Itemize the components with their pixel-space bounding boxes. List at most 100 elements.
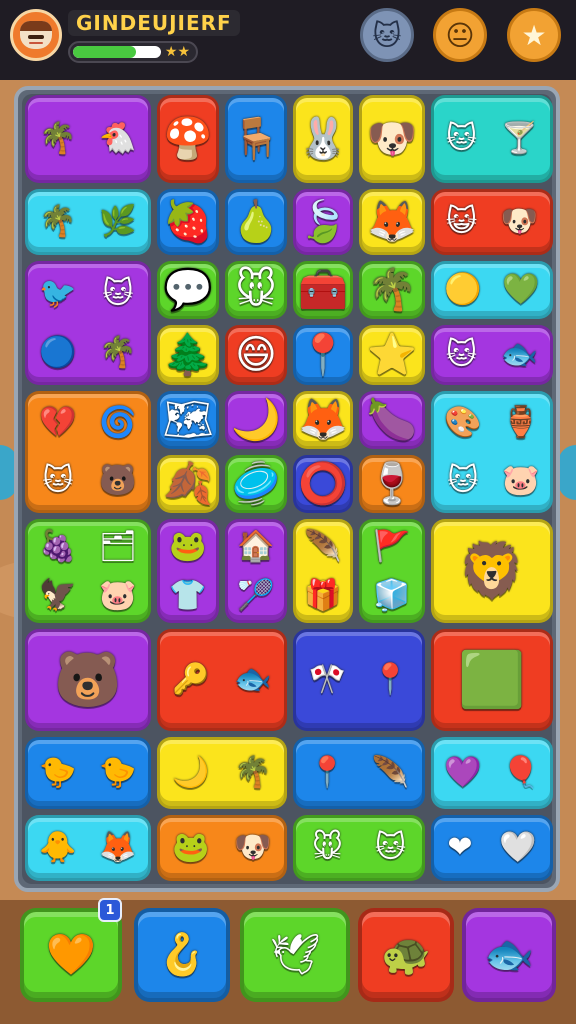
tile-icon: 🦁 xyxy=(458,539,526,602)
board-tile[interactable]: 🐸 🐶 xyxy=(157,815,287,881)
board-tile[interactable]: 🥏 xyxy=(225,455,287,513)
progress-fill xyxy=(73,46,137,58)
board-tile[interactable]: 🐦 🐱 🔵 🌴 xyxy=(25,261,151,385)
board-tile[interactable]: 🪑 xyxy=(225,95,287,183)
board-tile[interactable]: 🏠 🏸 xyxy=(225,519,287,623)
board-tile[interactable]: 🌙 xyxy=(225,391,287,449)
board-tile[interactable]: 📍 🪶 xyxy=(293,737,425,809)
right-side-tab[interactable] xyxy=(558,445,576,500)
board-tile[interactable]: 😺 🐶 xyxy=(431,189,553,255)
board-tile[interactable]: 🐻 xyxy=(25,629,151,731)
board-tile[interactable]: 🐱 🍸 xyxy=(431,95,553,183)
tray-count-badge: 1 xyxy=(98,898,122,922)
board-tile[interactable]: ⭐ xyxy=(359,325,425,385)
board-tile[interactable]: 🦁 xyxy=(431,519,553,623)
board-tile[interactable]: 🐭 🐱 xyxy=(293,815,425,881)
board-tile[interactable]: 💜 🎈 xyxy=(431,737,553,809)
tile-icon: 🍷 xyxy=(367,461,417,507)
tile-icon: 🐷 xyxy=(502,463,540,498)
board-tile[interactable]: 🍄 xyxy=(157,95,219,183)
board-tile[interactable]: 🐶 xyxy=(359,95,425,183)
board-tile[interactable]: 🎌 📍 xyxy=(293,629,425,731)
tile-icon: 🍇 xyxy=(39,528,77,564)
tile-icon: 💬 xyxy=(163,267,213,313)
board-tile[interactable]: 🍷 xyxy=(359,455,425,513)
tile-icon: 🌴 xyxy=(367,267,417,313)
board-tile[interactable]: 🍓 xyxy=(157,189,219,255)
star-button[interactable]: ★ xyxy=(507,8,561,62)
tile-icon: 🍄 xyxy=(163,116,213,162)
tile-icon: 🔵 xyxy=(39,334,77,370)
tray-tile[interactable]: 🧡 xyxy=(20,908,122,1002)
board-tile[interactable]: 🌴 🐔 xyxy=(25,95,151,183)
board-tile[interactable]: 💔 🌀 🐱 🐻 xyxy=(25,391,151,513)
board-tile[interactable]: 🍆 xyxy=(359,391,425,449)
cat-face-icon: 🐱 xyxy=(372,18,402,52)
tile-icon: 🐷 xyxy=(99,577,137,613)
tile-icon: 🦊 xyxy=(367,199,417,245)
board-tile[interactable]: 🦊 xyxy=(293,391,353,449)
board-tile[interactable]: 🍂 xyxy=(157,455,219,513)
level-progress-bar: ★★ xyxy=(68,41,198,63)
board-tile[interactable]: 🗺 xyxy=(157,391,219,449)
tile-icon: 🟡 xyxy=(444,272,482,307)
tray-tile-icon: 🧡 xyxy=(46,932,96,978)
tile-icon: 🎨 xyxy=(444,405,482,440)
board-tile[interactable]: 🌲 xyxy=(157,325,219,385)
tile-icon: 🐦 xyxy=(39,275,77,311)
tile-icon: 🌙 xyxy=(172,755,210,790)
player-avatar[interactable] xyxy=(10,9,62,61)
board-tile[interactable]: 🚩 🧊 xyxy=(359,519,425,623)
tile-icon: 🧰 xyxy=(298,267,348,313)
tile-icon: 💜 xyxy=(444,755,482,790)
board-tile[interactable]: 🌙 🌴 xyxy=(157,737,287,809)
board-tile[interactable]: 📍 xyxy=(293,325,353,385)
board-tile[interactable]: 🍇 🗂 🦅 🐷 xyxy=(25,519,151,623)
board-tile[interactable]: 🌴 xyxy=(359,261,425,319)
board-tile[interactable]: 🍃 xyxy=(293,189,353,255)
tile-icon: 🏸 xyxy=(237,577,275,613)
board-tile[interactable]: 🦊 xyxy=(359,189,425,255)
board-tile[interactable]: 🐱 🐟 xyxy=(431,325,553,385)
tray-tile-icon: 🐟 xyxy=(484,932,534,978)
board-tile[interactable]: ⭕ xyxy=(293,455,353,513)
tile-icon: 🐸 xyxy=(169,528,207,564)
board-tile[interactable]: 🍐 xyxy=(225,189,287,255)
board-tile[interactable]: 🐥 🦊 xyxy=(25,815,151,881)
board-tile[interactable]: 🐰 xyxy=(293,95,353,183)
tile-icon: 🐱 xyxy=(102,275,134,311)
board-tile[interactable]: 🎨 🏺 🐱 🐷 xyxy=(431,391,553,513)
tile-icon: 🌴 xyxy=(99,334,137,370)
tile-icon: 🎁 xyxy=(304,577,342,613)
tray-tile[interactable]: 🐟 xyxy=(462,908,556,1002)
cat-face-button[interactable]: 🐱 xyxy=(360,8,414,62)
tray-tile[interactable]: 🐢 xyxy=(358,908,454,1002)
board-tile[interactable]: 🟩 xyxy=(431,629,553,731)
board-tile[interactable]: 🐭 xyxy=(225,261,287,319)
board-tile[interactable]: 🐸 👕 xyxy=(157,519,219,623)
board-tile[interactable]: 🔑 🐟 xyxy=(157,629,287,731)
tile-icon: 🐭 xyxy=(311,830,344,865)
tray-tile[interactable]: 🕊 xyxy=(240,908,350,1002)
board-tile[interactable]: 💬 xyxy=(157,261,219,319)
board-tile[interactable]: 🌴 🌿 xyxy=(25,189,151,255)
board-tile[interactable]: 😄 xyxy=(225,325,287,385)
tile-icon: 🧊 xyxy=(373,577,411,613)
board-tile[interactable]: ❤ 🤍 xyxy=(431,815,553,881)
tile-icon: 🐱 xyxy=(445,337,478,372)
tile-icon: 🐤 xyxy=(39,755,77,790)
tile-icon: 📍 xyxy=(371,662,410,697)
board-tile[interactable]: 🪶 🎁 xyxy=(293,519,353,623)
tray-tile[interactable]: 🪝 xyxy=(134,908,230,1002)
tile-icon: 📍 xyxy=(298,332,348,378)
tile-icon: 🐟 xyxy=(500,337,539,372)
board-tile[interactable]: 🧰 xyxy=(293,261,353,319)
tile-icon: 🌿 xyxy=(99,204,137,239)
tile-icon: 🐔 xyxy=(99,121,137,156)
tile-icon: 🏠 xyxy=(237,528,275,564)
tile-icon: 👕 xyxy=(169,577,207,613)
board-tile[interactable]: 🟡 💚 xyxy=(431,261,553,319)
mask-face-button[interactable]: 😐 xyxy=(433,8,487,62)
tile-icon: 🥏 xyxy=(231,461,281,507)
board-tile[interactable]: 🐤 🐤 xyxy=(25,737,151,809)
